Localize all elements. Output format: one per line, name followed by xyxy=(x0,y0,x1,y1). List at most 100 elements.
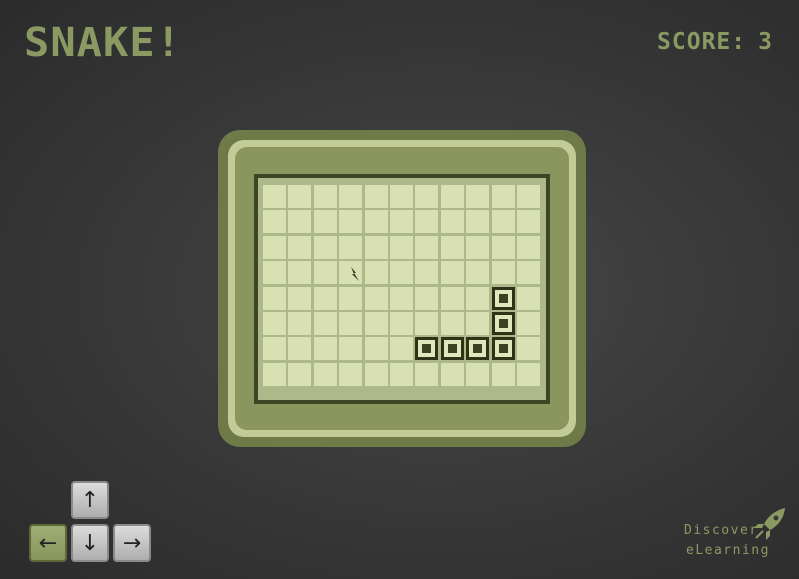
snake-segment xyxy=(466,337,490,361)
board-cell xyxy=(288,261,312,285)
board-cell xyxy=(516,286,540,310)
board-cell xyxy=(389,185,413,208)
board-cell xyxy=(339,362,363,386)
board-cell xyxy=(313,362,337,386)
board-cell xyxy=(339,210,363,234)
board-cell xyxy=(364,311,388,335)
board-cell xyxy=(491,235,515,259)
board-cell xyxy=(364,261,388,285)
score-value: 3 xyxy=(758,29,773,55)
board-cell xyxy=(466,210,490,234)
board-cell xyxy=(516,261,540,285)
board-grid xyxy=(263,185,540,386)
lightning-icon xyxy=(347,266,363,285)
snake-segment xyxy=(415,337,439,361)
board-cell xyxy=(339,235,363,259)
board-cell xyxy=(440,235,464,259)
board-cell xyxy=(440,185,464,208)
board-cell xyxy=(313,210,337,234)
board-cell xyxy=(288,235,312,259)
board-cell xyxy=(491,362,515,386)
board-cell xyxy=(491,210,515,234)
score-label: SCORE: xyxy=(657,29,747,55)
snake-segment xyxy=(440,337,464,361)
board-cell xyxy=(313,235,337,259)
game-title: SNAKE! xyxy=(24,20,183,66)
board-cell xyxy=(288,185,312,208)
board-cell xyxy=(440,286,464,310)
board-cell xyxy=(491,185,515,208)
board-cell xyxy=(364,210,388,234)
rocket-icon xyxy=(754,508,785,540)
board-cell xyxy=(389,311,413,335)
board-cell xyxy=(339,185,363,208)
board-cell xyxy=(339,337,363,361)
snake-segment xyxy=(491,311,515,335)
board-cell xyxy=(263,261,286,285)
board-cell xyxy=(389,337,413,361)
board-cell xyxy=(516,362,540,386)
board-cell xyxy=(288,286,312,310)
board-cell xyxy=(313,185,337,208)
board-cell xyxy=(263,185,286,208)
board-cell xyxy=(516,235,540,259)
board-cell xyxy=(389,235,413,259)
game-screen[interactable] xyxy=(254,174,550,404)
board-cell xyxy=(364,362,388,386)
board-cell xyxy=(415,235,439,259)
snake-segment xyxy=(491,286,515,310)
board-cell xyxy=(440,362,464,386)
board-cell xyxy=(516,337,540,361)
board-cell xyxy=(389,286,413,310)
snake-segment xyxy=(491,337,515,361)
board-cell xyxy=(415,261,439,285)
board-cell xyxy=(466,185,490,208)
board-cell xyxy=(313,261,337,285)
board-cell xyxy=(288,362,312,386)
board-cell xyxy=(466,362,490,386)
board-cell xyxy=(288,337,312,361)
board-cell xyxy=(466,286,490,310)
board-cell xyxy=(339,286,363,310)
board-cell xyxy=(263,235,286,259)
board-cell xyxy=(389,210,413,234)
board-cell xyxy=(263,286,286,310)
board-cell xyxy=(313,311,337,335)
board-cell xyxy=(415,362,439,386)
board-cell xyxy=(516,311,540,335)
board-cell xyxy=(466,235,490,259)
board-cell xyxy=(263,311,286,335)
board-cell xyxy=(389,362,413,386)
board-cell xyxy=(440,210,464,234)
board-cell xyxy=(415,311,439,335)
board-cell xyxy=(263,210,286,234)
board-cell xyxy=(415,185,439,208)
board-cell xyxy=(389,261,413,285)
board-cell xyxy=(263,337,286,361)
board-cell xyxy=(440,261,464,285)
board-cell xyxy=(288,311,312,335)
brand-line-2: eLearning xyxy=(686,543,770,558)
board-cell xyxy=(313,337,337,361)
down-arrow-button[interactable]: ↓ xyxy=(71,524,109,562)
board-cell xyxy=(339,311,363,335)
board-cell xyxy=(466,261,490,285)
board-cell xyxy=(516,210,540,234)
board-cell xyxy=(364,185,388,208)
board-cell xyxy=(364,286,388,310)
left-arrow-button[interactable]: ← xyxy=(29,524,67,562)
score-display: SCORE: 3 xyxy=(657,29,773,55)
board-cell xyxy=(516,185,540,208)
board-cell xyxy=(440,311,464,335)
game-board xyxy=(258,178,546,400)
board-cell xyxy=(491,261,515,285)
board-cell xyxy=(364,235,388,259)
board-cell xyxy=(288,210,312,234)
right-arrow-button[interactable]: → xyxy=(113,524,151,562)
board-cell xyxy=(313,286,337,310)
board-cell xyxy=(466,311,490,335)
board-cell xyxy=(364,337,388,361)
up-arrow-button[interactable]: ↑ xyxy=(71,481,109,519)
board-cell xyxy=(415,286,439,310)
board-cell xyxy=(415,210,439,234)
